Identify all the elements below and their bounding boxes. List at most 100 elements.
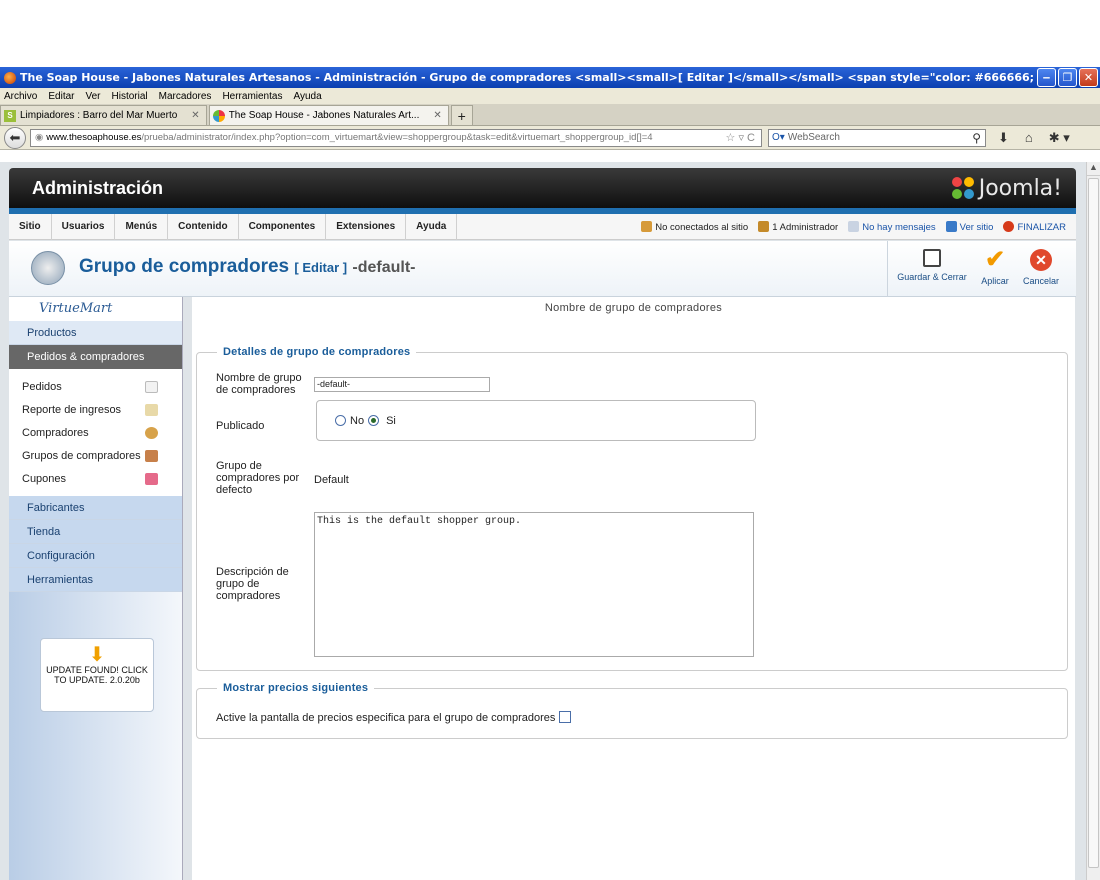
sidebar-herramientas[interactable]: Herramientas — [9, 568, 182, 592]
search-icon[interactable]: ⚲ — [972, 131, 981, 145]
minimize-icon[interactable]: ‒ — [1037, 68, 1056, 87]
topmenu-extensiones[interactable]: Extensiones — [326, 213, 407, 240]
radio-no[interactable] — [335, 415, 346, 426]
radio-si[interactable] — [368, 415, 380, 426]
sidebar-item-pedidos[interactable]: Pedidos — [9, 375, 182, 398]
joomla-logo-text: Joomla! — [978, 176, 1062, 201]
search-engine-icon[interactable]: O▾ — [772, 132, 785, 143]
page-toolbar: Grupo de compradores [ Editar ] -default… — [9, 241, 1076, 297]
edit-tag: [ Editar ] — [294, 260, 348, 275]
download-icon[interactable]: ⬇ — [998, 130, 1009, 146]
save-icon — [923, 249, 941, 267]
browser-menubar: Archivo Editar Ver Historial Marcadores … — [0, 88, 1100, 104]
menu-marcadores[interactable]: Marcadores — [159, 91, 212, 102]
joomla-admin: Administración Joomla! Sitio Usuarios Me… — [0, 162, 1100, 880]
view-site-link[interactable]: Ver sitio — [945, 221, 993, 233]
menu-editar[interactable]: Editar — [48, 91, 74, 102]
sidebar-item-reporte[interactable]: Reporte de ingresos — [9, 398, 182, 421]
default-group-label: Grupo de compradores por defecto — [216, 460, 300, 496]
cancel-icon: ✕ — [1030, 249, 1052, 271]
page-title-name: -default- — [352, 259, 416, 276]
tab-close-icon[interactable]: ✕ — [191, 110, 199, 121]
logout-link[interactable]: FINALIZAR — [1003, 221, 1066, 233]
menu-archivo[interactable]: Archivo — [4, 91, 37, 102]
virtuemart-logo: VirtueMart — [9, 297, 182, 321]
details-legend: Detalles de grupo de compradores — [223, 346, 411, 358]
search-input[interactable]: O▾ WebSearch ⚲ — [768, 128, 986, 147]
url-bar[interactable]: ◉ www.thesoaphouse.es /prueba/administra… — [30, 128, 762, 147]
site-identity-icon[interactable]: ◉ — [35, 132, 43, 143]
close-icon[interactable]: ✕ — [1079, 68, 1098, 87]
description-label: Descripción de grupo de compradores — [216, 566, 289, 602]
shopper-groups-icon — [145, 449, 158, 462]
update-notice[interactable]: ⬇ UPDATE FOUND! CLICK TO UPDATE. 2.0.20b — [40, 638, 154, 712]
top-blank — [0, 0, 1100, 67]
shopper-group-icon — [31, 251, 65, 285]
orders-icon — [145, 380, 158, 393]
update-arrow-icon: ⬇ — [88, 644, 106, 666]
prices-label: Active la pantalla de precios especifica… — [216, 711, 572, 724]
topmenu-menus[interactable]: Menús — [115, 213, 169, 240]
power-icon — [1003, 221, 1015, 232]
sidebar-pedidos-compradores[interactable]: Pedidos & compradores — [9, 345, 182, 369]
sidebar-item-compradores[interactable]: Compradores — [9, 421, 182, 444]
back-button[interactable]: ⬅ — [4, 126, 26, 149]
soaphouse-favicon-icon: S — [4, 109, 16, 122]
topmenu-ayuda[interactable]: Ayuda — [406, 213, 458, 240]
menu-ayuda[interactable]: Ayuda — [293, 91, 321, 102]
tab-limpiadores[interactable]: S Limpiadores : Barro del Mar Muerto ✕ — [0, 105, 207, 125]
radio-no-label: No — [350, 414, 365, 427]
scroll-up-icon[interactable]: ▲ — [1087, 162, 1100, 176]
published-radio-group: No Si — [316, 400, 756, 441]
topmenu-sitio[interactable]: Sitio — [9, 213, 52, 240]
tab-soaphouse-admin[interactable]: The Soap House - Jabones Naturales Art..… — [208, 105, 449, 125]
menu-herramientas[interactable]: Herramientas — [222, 91, 282, 102]
menu-historial[interactable]: Historial — [112, 91, 148, 102]
name-input[interactable]: -default- — [314, 377, 490, 392]
url-domain: www.thesoaphouse.es — [46, 132, 142, 143]
name-label: Nombre de grupo de compradores — [216, 372, 302, 396]
status-messages[interactable]: No hay mensajes — [848, 221, 936, 233]
prices-checkbox[interactable] — [559, 711, 572, 723]
addon-icon[interactable]: ✱ ▾ — [1049, 130, 1070, 146]
admin-title: Administración — [32, 177, 164, 198]
sidebar-configuracion[interactable]: Configuración — [9, 544, 182, 568]
joomla-logo: Joomla! — [951, 176, 1062, 201]
menu-ver[interactable]: Ver — [85, 91, 100, 102]
bookmark-star-icon[interactable]: ☆ ▿ C — [726, 131, 755, 144]
new-tab-button[interactable]: + — [450, 105, 473, 125]
sidebar-item-cupones[interactable]: Cupones — [9, 467, 182, 490]
scroll-thumb[interactable] — [1088, 178, 1099, 868]
joomla-logo-icon — [951, 176, 976, 201]
admin-top-menu: Sitio Usuarios Menús Contenido Component… — [9, 213, 1076, 240]
tab-close-icon[interactable]: ✕ — [433, 110, 441, 121]
users-icon — [641, 221, 653, 232]
page-scrollbar[interactable]: ▲ — [1086, 162, 1100, 880]
window-titlebar: The Soap House - Jabones Naturales Artes… — [0, 67, 1100, 88]
tab-label: The Soap House - Jabones Naturales Art..… — [228, 110, 420, 121]
status-not-connected: No conectados al sitio — [641, 221, 748, 233]
topmenu-componentes[interactable]: Componentes — [239, 213, 327, 240]
browser-navbar: ⬅ ◉ www.thesoaphouse.es /prueba/administ… — [0, 126, 1100, 150]
joomla-favicon-icon — [212, 109, 225, 122]
admin-status: No conectados al sitio 1 Administrador N… — [641, 214, 1066, 240]
description-textarea[interactable]: This is the default shopper group. — [314, 512, 754, 657]
page-title: Grupo de compradores [ Editar ] -default… — [79, 256, 416, 277]
home-icon[interactable]: ⌂ — [1025, 130, 1033, 146]
topmenu-usuarios[interactable]: Usuarios — [52, 213, 116, 240]
cancel-button[interactable]: ✕ Cancelar — [1014, 249, 1068, 286]
admin-header: Administración Joomla! — [9, 168, 1076, 208]
main-content: Nombre de grupo de compradores Detalles … — [192, 297, 1075, 880]
browser-tabs: S Limpiadores : Barro del Mar Muerto ✕ T… — [0, 104, 1100, 126]
sidebar-productos[interactable]: Productos — [9, 321, 182, 345]
topmenu-contenido[interactable]: Contenido — [168, 213, 239, 240]
restore-icon[interactable]: ❐ — [1058, 68, 1077, 87]
mail-icon — [848, 221, 860, 232]
shoppers-icon — [145, 426, 158, 439]
sidebar-fabricantes[interactable]: Fabricantes — [9, 496, 182, 520]
virtuemart-sidebar: VirtueMart Productos Pedidos & comprador… — [9, 297, 183, 880]
check-icon: ✔ — [984, 246, 1006, 273]
save-close-button[interactable]: Guardar & Cerrar — [894, 249, 970, 282]
sidebar-item-grupos[interactable]: Grupos de compradores — [9, 444, 182, 467]
sidebar-tienda[interactable]: Tienda — [9, 520, 182, 544]
